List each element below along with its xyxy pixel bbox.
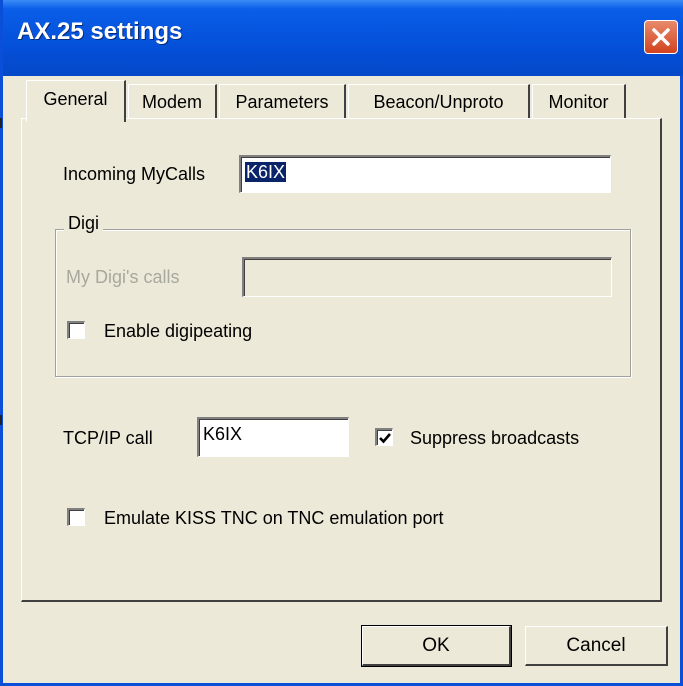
enable-digipeating-checkbox[interactable] — [67, 321, 85, 339]
incoming-mycalls-input[interactable]: K6IX — [239, 155, 611, 193]
tab-label: Modem — [141, 92, 203, 112]
emulate-kiss-label[interactable]: Emulate KISS TNC on TNC emulation port — [104, 508, 443, 529]
tab-modem[interactable]: Modem — [128, 84, 217, 118]
edge-mark — [0, 415, 2, 425]
cancel-button[interactable]: Cancel — [525, 626, 668, 666]
tab-label: General — [43, 89, 108, 109]
my-digi-calls-input — [242, 257, 612, 297]
digi-groupbox — [55, 229, 631, 377]
digi-group-label: Digi — [64, 213, 104, 234]
title-bar[interactable]: AX.25 settings — [3, 0, 683, 76]
tab-parameters[interactable]: Parameters — [219, 84, 346, 118]
window-title: AX.25 settings — [17, 18, 183, 45]
tcpip-call-value: K6IX — [203, 424, 243, 444]
incoming-mycalls-label: Incoming MyCalls — [63, 164, 206, 184]
tab-monitor[interactable]: Monitor — [532, 84, 626, 118]
incoming-mycalls-value: K6IX — [245, 162, 287, 182]
tab-label: Parameters — [235, 92, 329, 112]
tab-label: Beacon/Unproto — [373, 92, 504, 112]
tab-beacon-unproto[interactable]: Beacon/Unproto — [348, 84, 530, 118]
checkmark-icon — [379, 433, 391, 444]
tcpip-call-label: TCP/IP call — [63, 428, 153, 448]
suppress-broadcasts-label[interactable]: Suppress broadcasts — [410, 428, 579, 449]
tcpip-call-input[interactable]: K6IX — [197, 417, 349, 457]
close-icon — [652, 28, 670, 46]
tab-label: Monitor — [548, 92, 609, 112]
tab-general[interactable]: General — [26, 80, 126, 122]
close-button[interactable] — [644, 20, 678, 54]
my-digi-calls-label: My Digi's calls — [66, 267, 180, 287]
suppress-broadcasts-checkbox[interactable] — [375, 428, 393, 446]
ok-button[interactable]: OK — [361, 625, 512, 667]
enable-digipeating-label[interactable]: Enable digipeating — [104, 321, 252, 342]
edge-mark — [0, 118, 2, 128]
emulate-kiss-checkbox[interactable] — [67, 508, 85, 526]
